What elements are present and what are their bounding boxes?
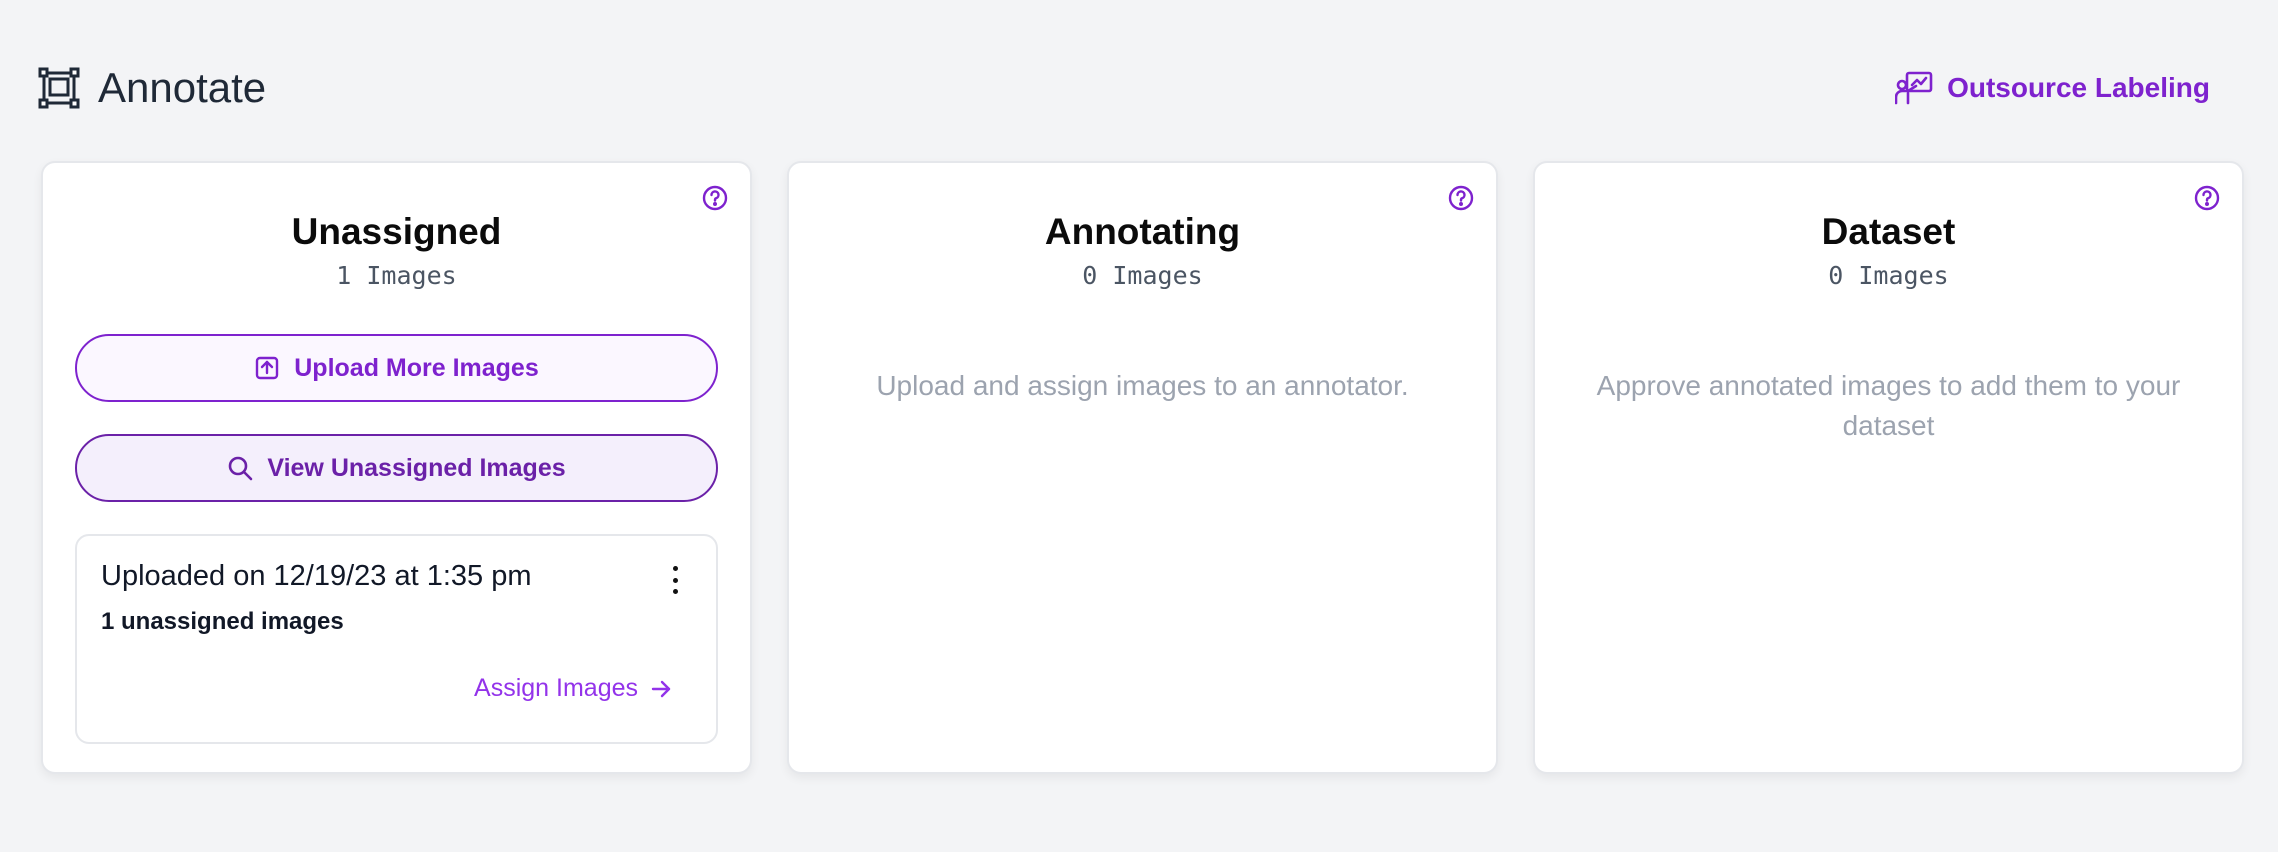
question-circle-icon[interactable] — [1448, 185, 1474, 211]
page-title: Annotate — [98, 64, 267, 111]
column-title: Unassigned — [291, 211, 502, 252]
assign-images-link[interactable]: Assign Images — [474, 674, 672, 703]
empty-state-text: Upload and assign images to an annotator… — [876, 370, 1409, 401]
dataset-column: Dataset 0 Images Approve annotated image… — [1533, 161, 2244, 774]
upload-icon — [254, 355, 280, 381]
annotate-frame-icon — [38, 67, 80, 109]
unassigned-column: Unassigned 1 Images Upload More Images V… — [41, 161, 752, 774]
title-group: Annotate — [38, 64, 266, 112]
assign-images-label: Assign Images — [474, 674, 638, 702]
upload-more-images-label: Upload More Images — [294, 353, 539, 382]
more-vertical-icon[interactable] — [670, 566, 680, 594]
presentation-chart-icon — [1895, 71, 1933, 105]
empty-state-text: Approve annotated images to add them to … — [1596, 370, 2181, 441]
page-header: Annotate Outsource Labeling — [0, 0, 2278, 150]
batch-title: Uploaded on 12/19/23 at 1:35 pm — [101, 560, 532, 592]
annotation-board: Unassigned 1 Images Upload More Images V… — [41, 161, 2244, 774]
column-title: Annotating — [1044, 211, 1241, 252]
arrow-right-icon — [650, 678, 672, 700]
batch-unassigned-count: 1 unassigned images — [101, 608, 344, 635]
question-circle-icon[interactable] — [702, 185, 728, 211]
annotating-column: Annotating 0 Images Upload and assign im… — [787, 161, 1498, 774]
question-circle-icon[interactable] — [2194, 185, 2220, 211]
column-title: Dataset — [1821, 211, 1956, 252]
upload-more-images-button[interactable]: Upload More Images — [75, 334, 718, 402]
outsource-labeling-link[interactable]: Outsource Labeling — [1895, 66, 2210, 110]
view-unassigned-images-label: View Unassigned Images — [267, 453, 566, 482]
column-count: 0 Images — [1828, 261, 1949, 290]
upload-batch-card: Uploaded on 12/19/23 at 1:35 pm 1 unassi… — [75, 534, 718, 744]
outsource-labeling-label: Outsource Labeling — [1947, 72, 2210, 103]
column-count: 0 Images — [1082, 261, 1203, 290]
column-count: 1 Images — [336, 261, 457, 290]
search-icon — [227, 455, 253, 481]
view-unassigned-images-button[interactable]: View Unassigned Images — [75, 434, 718, 502]
